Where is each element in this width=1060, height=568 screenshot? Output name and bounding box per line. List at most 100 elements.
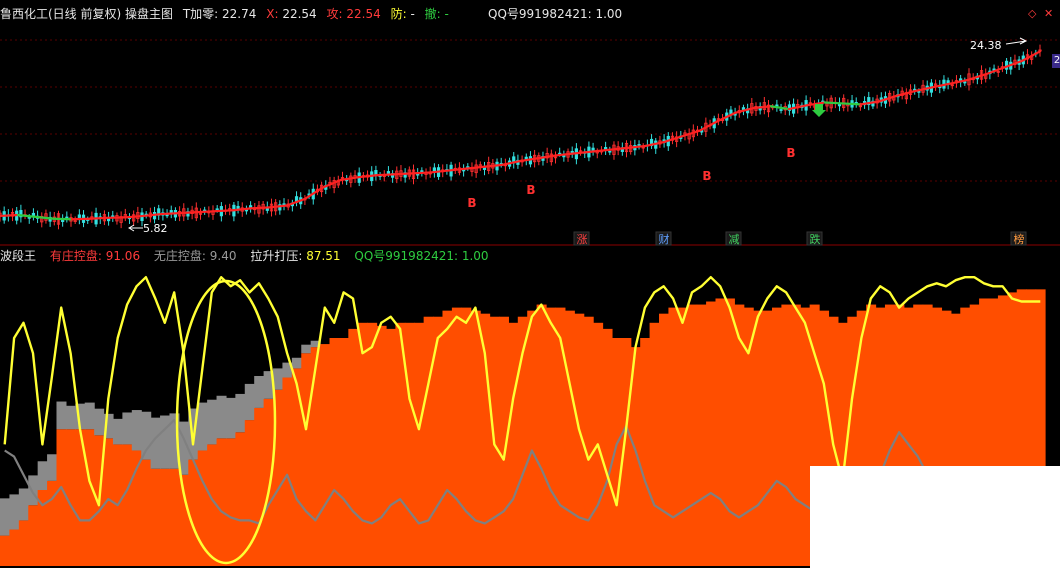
ma-segment <box>518 157 540 163</box>
candle-body <box>420 170 424 173</box>
control-bar <box>781 304 792 566</box>
no-control-bar <box>197 402 208 451</box>
control-bar <box>150 468 161 566</box>
ma-segment <box>608 146 629 151</box>
no-control-bar <box>301 344 312 354</box>
attack-label: 攻: <box>326 7 343 21</box>
high-price-annotation: 24.38 <box>970 39 1002 52</box>
no-control-bar <box>141 411 152 460</box>
candle-body <box>608 150 612 153</box>
control-bar <box>461 307 472 566</box>
event-markers: 涨财减跌榜 <box>573 231 1027 246</box>
lift-press-label: 拉升打压: <box>250 249 303 263</box>
control-bar <box>687 304 698 566</box>
control-bar <box>56 429 67 566</box>
stock-chart-window: B B B B 涨 财 减 跌 榜 24.38 5.82 鲁西化工(日线 前复权) 操盘主图 … <box>0 0 1060 568</box>
main-chart-header: 鲁西化工(日线 前复权) 操盘主图 T加零: 22.74 X: 22.54 攻:… <box>0 4 449 24</box>
buy-signal-label: B <box>786 146 795 160</box>
ma-segment <box>357 174 378 179</box>
defense-value: - <box>410 7 415 21</box>
ma-segment <box>160 211 181 216</box>
no-control-bar <box>0 498 11 536</box>
control-bar <box>659 313 670 566</box>
control-bar <box>602 328 613 566</box>
control-bar <box>188 459 199 566</box>
control-bar <box>235 432 246 566</box>
control-bar <box>348 328 359 566</box>
control-bar <box>414 322 425 566</box>
ma-segment <box>823 101 844 105</box>
indicator-header: 波段王 有庄控盘: 91.06 无庄控盘: 9.40 拉升打压: 87.51 Q… <box>0 246 489 266</box>
no-control-bar <box>160 415 171 469</box>
candle-body <box>963 81 967 84</box>
control-bar <box>706 301 717 566</box>
event-marker-2: 减 <box>729 233 740 246</box>
ma-segment <box>214 209 235 213</box>
control-label: 有庄控盘: <box>49 249 102 263</box>
control-bar <box>160 468 171 566</box>
ma-segment <box>483 163 504 168</box>
control-bar <box>762 310 773 566</box>
control-bar <box>649 322 660 566</box>
control-bar <box>338 338 349 566</box>
ma-segment <box>841 102 862 106</box>
no-control-bar <box>244 383 255 421</box>
control-bar <box>28 505 39 566</box>
buy-signal-label: B <box>467 196 476 210</box>
control-bar <box>357 322 368 566</box>
control-bar <box>385 328 397 566</box>
close-icon[interactable]: ✕ <box>1044 7 1053 21</box>
control-bar <box>451 307 462 566</box>
maximize-icon[interactable]: ◇ <box>1028 7 1036 21</box>
control-bar <box>404 322 415 566</box>
control-bar <box>564 310 575 566</box>
candle-body <box>637 144 641 146</box>
x-label: X: <box>266 7 279 21</box>
no-control-bar <box>37 461 48 490</box>
control-bar <box>197 450 208 566</box>
control-bar <box>771 307 782 566</box>
no-control-bar <box>235 393 246 433</box>
control-bar <box>715 298 726 566</box>
candle-body <box>775 104 779 107</box>
candle-body <box>917 90 921 93</box>
candle-body <box>779 109 783 111</box>
candle-body <box>169 210 173 213</box>
event-marker-4: 榜 <box>1014 232 1025 246</box>
control-bar <box>442 310 453 566</box>
buy-signal-label: B <box>702 169 711 183</box>
price-axis-badge: 2 <box>1052 54 1060 68</box>
control-bar <box>84 429 95 566</box>
attack-value: 22.54 <box>346 7 381 21</box>
no-control-bar <box>56 401 67 430</box>
no-control-bar <box>47 454 58 481</box>
no-control-value: 9.40 <box>209 249 237 263</box>
control-bar <box>508 322 519 566</box>
ma-line <box>0 50 1042 221</box>
ma-segment <box>196 210 217 214</box>
retreat-label: 撤: <box>424 7 441 21</box>
control-bar <box>18 520 29 566</box>
ma-segment <box>536 154 557 160</box>
control-bar <box>310 347 321 566</box>
chart-title: 鲁西化工(日线 前复权) 操盘主图 <box>0 7 173 21</box>
event-marker-0: 涨 <box>577 233 588 246</box>
no-control-bar <box>112 418 123 445</box>
no-control-bar <box>18 488 29 521</box>
no-control-bar <box>291 357 302 369</box>
event-marker-1: 财 <box>659 232 670 246</box>
control-bar <box>0 535 11 566</box>
control-bar <box>536 304 547 566</box>
ma-segment <box>178 211 199 215</box>
no-control-bar <box>207 399 218 445</box>
retreat-value: - <box>444 7 449 21</box>
control-bar <box>753 310 764 566</box>
control-bar <box>282 377 293 566</box>
no-control-bar <box>84 402 95 430</box>
low-arrow <box>128 224 143 232</box>
candle-body <box>165 214 169 217</box>
control-bar <box>216 438 227 566</box>
control-bar <box>301 353 312 566</box>
no-control-label: 无庄控盘: <box>153 249 206 263</box>
indicator-name: 波段王 <box>0 249 37 263</box>
